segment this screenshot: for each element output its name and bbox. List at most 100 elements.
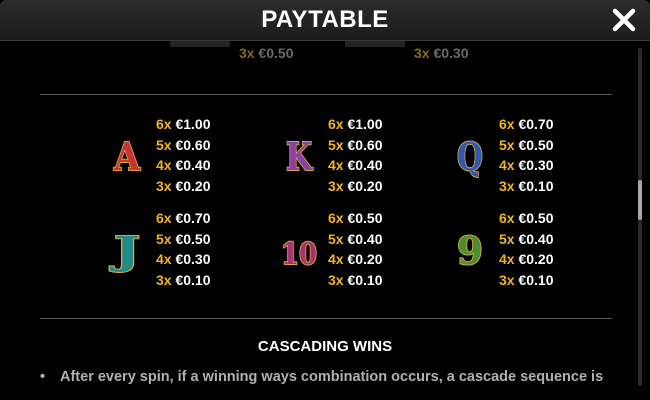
pay-row: 5x €0.50 — [499, 135, 554, 156]
cascading-rule-text: • After every spin, if a winning ways com… — [40, 369, 603, 385]
scrollbar-thumb[interactable] — [638, 180, 642, 220]
pay-row: 3x €0.10 — [499, 176, 554, 197]
pay-list: 6x €0.70 5x €0.50 4x €0.30 3x €0.10 — [156, 208, 211, 290]
pay-row: 3x €0.10 — [156, 270, 211, 291]
pay-multiplier: 6x — [499, 210, 515, 226]
symbol-pay-cell: K 6x €1.00 5x €0.60 4x €0.40 3x €0.20 — [280, 114, 450, 198]
pay-multiplier: 5x — [156, 230, 172, 247]
pay-value: €0.40 — [518, 230, 554, 247]
pay-row: 3x €0.10 — [499, 270, 554, 291]
pay-multiplier: 5x — [328, 136, 344, 153]
pay-value: €0.30 — [175, 251, 211, 267]
pay-multiplier: 4x — [156, 251, 172, 267]
symbol-a-icon: A — [112, 133, 141, 180]
symbol-icon-partial — [170, 41, 230, 47]
symbol-label: 9 — [457, 228, 483, 273]
pay-list: 6x €0.50 5x €0.40 4x €0.20 3x €0.10 — [328, 208, 383, 290]
pay-multiplier: 3x — [156, 271, 172, 288]
pay-value: €0.30 — [518, 157, 554, 173]
pay-row: 4x €0.40 — [156, 155, 211, 176]
divider — [40, 94, 612, 95]
pay-multiplier: 4x — [328, 157, 344, 173]
pay-value: €0.70 — [518, 116, 554, 132]
symbol-j-icon: J — [109, 227, 141, 274]
pay-row: 5x €0.40 — [499, 229, 554, 250]
pay-multiplier: 4x — [499, 251, 515, 267]
pay-multiplier: 3x — [156, 177, 172, 194]
pay-multiplier: 4x — [499, 157, 515, 173]
pay-list: 6x €0.70 5x €0.50 4x €0.30 3x €0.10 — [499, 114, 554, 196]
pay-value: €0.20 — [347, 177, 383, 194]
pay-multiplier: 5x — [499, 230, 515, 247]
pay-row: 3x €0.10 — [328, 270, 383, 291]
symbol-pay-cell: 10 6x €0.50 5x €0.40 4x €0.20 3x €0.10 — [280, 208, 450, 292]
symbol-10-icon: 10 — [280, 236, 318, 273]
pay-row: 6x €0.50 — [328, 208, 383, 229]
pay-list: 6x €0.50 5x €0.40 4x €0.20 3x €0.10 — [499, 208, 554, 290]
symbol-label: 10 — [281, 237, 317, 272]
pay-multiplier: 3x — [328, 177, 344, 194]
pay-row: 4x €0.40 — [328, 155, 383, 176]
pay-value: €0.20 — [347, 251, 383, 267]
pay-value: €0.40 — [347, 230, 383, 247]
pay-row: 5x €0.60 — [328, 135, 383, 156]
paytable-content[interactable]: 3x €0.50 3x €0.30 A 6x €1.00 5x €0.60 4x €0… — [0, 41, 650, 400]
pay-multiplier: 3x — [499, 177, 515, 194]
pay-row: 3x €0.20 — [328, 176, 383, 197]
pay-row: 5x €0.40 — [328, 229, 383, 250]
pay-row: 4x €0.30 — [156, 249, 211, 270]
pay-row: 3x €0.20 — [156, 176, 211, 197]
pay-row: 5x €0.60 — [156, 135, 211, 156]
pay-value: €0.60 — [347, 136, 383, 153]
pay-multiplier: 4x — [156, 157, 172, 173]
paytable-header: PAYTABLE — [0, 0, 650, 41]
pay-multiplier: 4x — [328, 251, 344, 267]
pay-multiplier: 5x — [156, 136, 172, 153]
pay-value: €0.50 — [175, 230, 211, 247]
pay-value: €0.40 — [175, 157, 211, 173]
symbol-q-icon: Q — [456, 133, 484, 180]
close-icon[interactable] — [610, 6, 638, 34]
cascading-rule-label: After every spin, if a winning ways comb… — [60, 369, 604, 385]
section-title-cascading: CASCADING WINS — [257, 338, 393, 355]
pay-list: 6x €1.00 5x €0.60 4x €0.40 3x €0.20 — [156, 114, 211, 196]
pay-value: €0.10 — [347, 271, 383, 288]
pay-value: €0.50 — [518, 210, 554, 226]
pay-multiplier: 6x — [328, 116, 344, 132]
scrollbar[interactable] — [638, 48, 642, 386]
pay-value: €0.60 — [175, 136, 211, 153]
pay-row: 5x €0.50 — [156, 229, 211, 250]
pay-value: €0.70 — [175, 210, 211, 226]
paytable-window: PAYTABLE 3x €0.50 3x €0.30 A 6x €1.00 5x €… — [0, 0, 650, 400]
pay-multiplier: 6x — [328, 210, 344, 226]
pay-value: €0.40 — [347, 157, 383, 173]
symbol-label: A — [113, 134, 140, 179]
pay-multiplier: 6x — [499, 116, 515, 132]
pay-value: €1.00 — [347, 116, 383, 132]
pay-list: 6x €1.00 5x €0.60 4x €0.40 3x €0.20 — [328, 114, 383, 196]
pay-value: €0.50 — [347, 210, 383, 226]
pay-row: 6x €1.00 — [328, 114, 383, 135]
symbol-pay-cell: Q 6x €0.70 5x €0.50 4x €0.30 3x €0.10 — [451, 114, 621, 198]
bullet-icon: • — [40, 369, 46, 385]
pay-value: €0.20 — [175, 177, 211, 194]
symbol-label: J — [110, 228, 140, 273]
page-title: PAYTABLE — [261, 6, 389, 33]
pay-multiplier: 5x — [328, 230, 344, 247]
pay-multiplier: 6x — [156, 210, 172, 226]
pay-multiplier: 3x — [328, 271, 344, 288]
divider — [40, 318, 612, 319]
pay-row: 6x €1.00 — [156, 114, 211, 135]
symbol-pay-cell: A 6x €1.00 5x €0.60 4x €0.40 3x €0.20 — [108, 114, 278, 198]
pay-row: 6x €0.70 — [156, 208, 211, 229]
partial-pay-2: 3x €0.30 — [414, 45, 469, 61]
pay-value: €0.50 — [518, 136, 554, 153]
pay-value: €0.10 — [518, 177, 554, 194]
symbol-pay-cell: J 6x €0.70 5x €0.50 4x €0.30 3x €0.10 — [108, 208, 278, 292]
pay-row: 6x €0.70 — [499, 114, 554, 135]
pay-value: €0.10 — [175, 271, 211, 288]
pay-value: €0.10 — [518, 271, 554, 288]
pay-row: 4x €0.30 — [499, 155, 554, 176]
symbol-label: K — [286, 134, 314, 179]
partial-pay-1: 3x €0.50 — [239, 45, 294, 61]
